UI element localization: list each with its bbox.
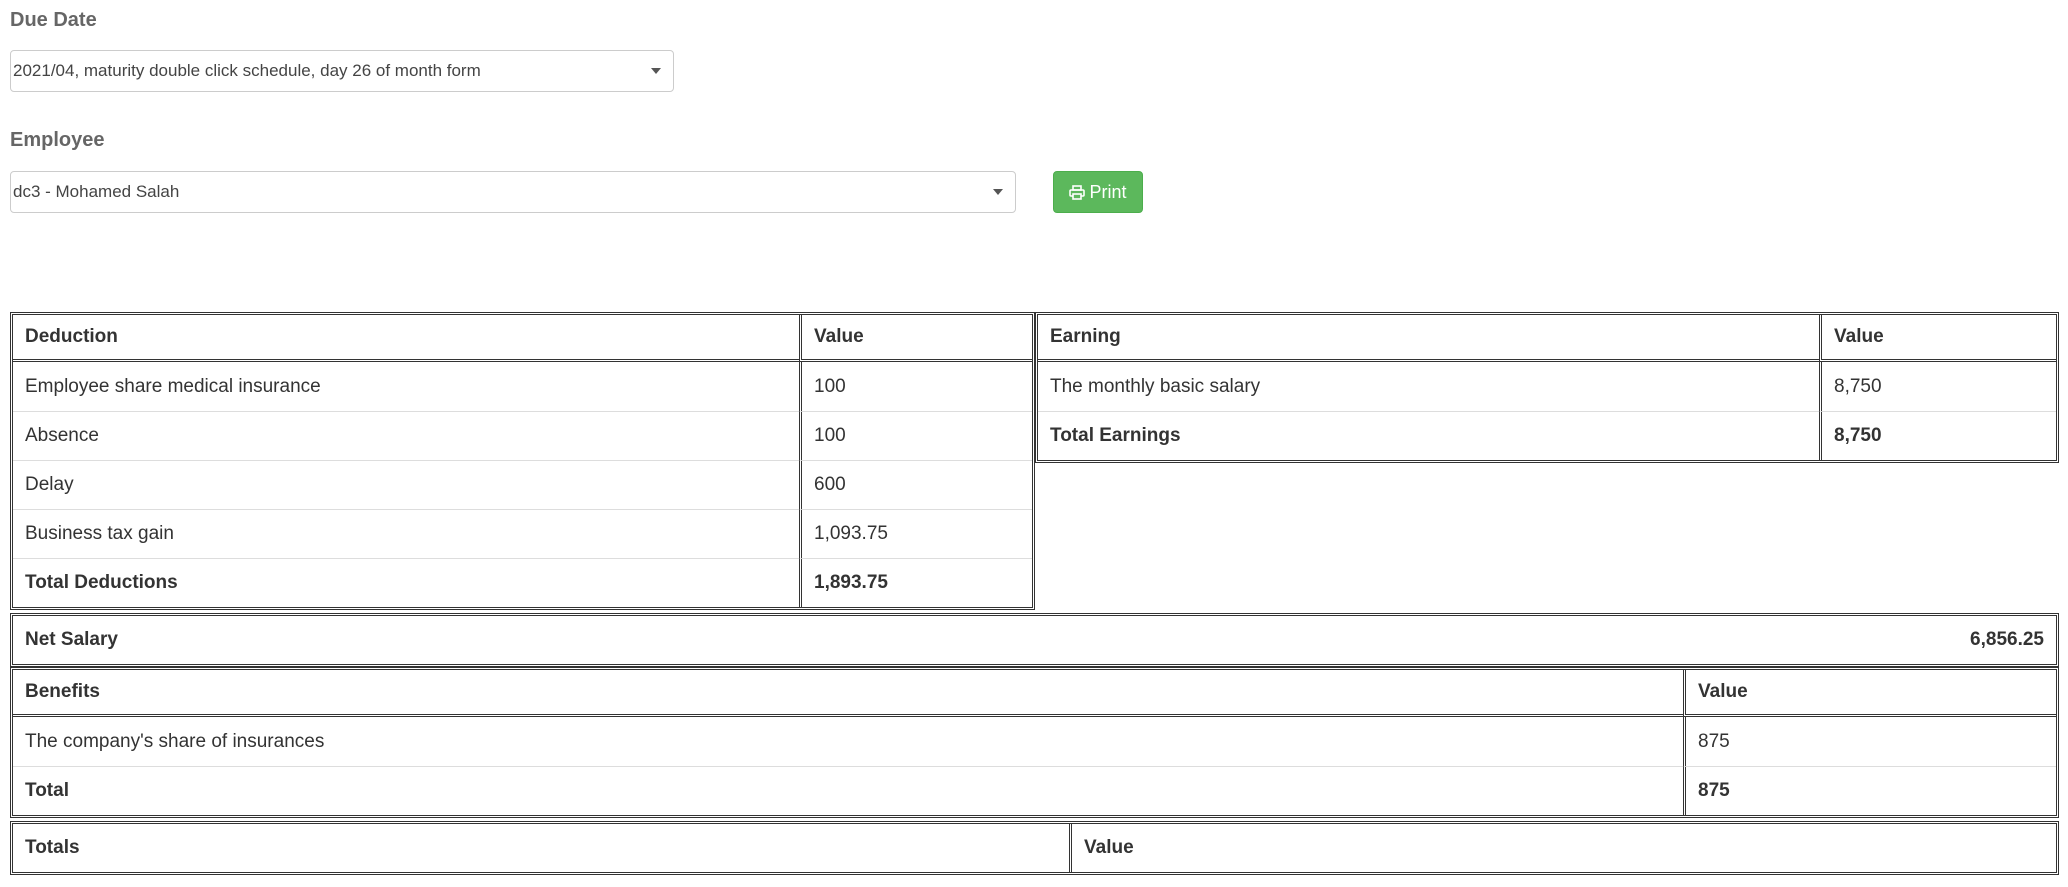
employee-select[interactable]: dc3 - Mohamed Salah [10,171,1016,213]
chevron-down-icon [651,68,661,74]
deduction-value-header: Value [799,315,1032,362]
total-earnings-label: Total Earnings [1038,411,1819,460]
deduction-name: Absence [13,411,799,460]
deductions-table: Deduction Value Employee share medical i… [10,312,1035,610]
employee-selected-value: dc3 - Mohamed Salah [13,182,180,201]
table-row: Delay 600 [13,460,1032,509]
table-row: Absence 100 [13,411,1032,460]
deduction-value: 100 [799,362,1032,411]
due-date-label: Due Date [10,9,97,31]
earnings-table: Earning Value The monthly basic salary 8… [1035,312,2059,463]
totals-value-header: Value [1069,824,2056,872]
chevron-down-icon [993,189,1003,195]
benefits-total-value: 875 [1683,766,2056,815]
total-earnings-value: 8,750 [1819,411,2056,460]
benefits-table: Benefits Value The company's share of in… [10,667,2059,818]
net-salary-table: Net Salary 6,856.25 [10,613,2059,667]
table-row: The company's share of insurances 875 [13,717,2056,766]
earning-value-header: Value [1819,315,2056,362]
deduction-name: Employee share medical insurance [25,375,321,397]
due-date-selected-value: 2021/04, maturity double click schedule,… [13,61,481,80]
totals-table: Totals Value [10,821,2059,875]
deduction-value: 100 [799,411,1032,460]
printer-icon [1069,184,1086,200]
benefits-total-label: Total [13,766,1683,815]
totals-header: Totals [25,837,80,858]
print-button[interactable]: Print [1053,171,1143,213]
deduction-value: 1,093.75 [799,509,1032,558]
earning-value: 8,750 [1819,362,2056,411]
deduction-name: Business tax gain [13,509,799,558]
employee-label: Employee [10,129,105,151]
table-row: Business tax gain 1,093.75 [13,509,1032,558]
deduction-name: Delay [13,460,799,509]
total-deductions-value: 1,893.75 [799,558,1032,607]
due-date-select[interactable]: 2021/04, maturity double click schedule,… [10,50,674,92]
deduction-header: Deduction [13,315,799,362]
table-row: Employee share medical insurance 100 [13,362,1032,411]
total-deductions-label: Total Deductions [13,558,799,607]
benefit-value: 875 [1683,717,2056,766]
benefits-header: Benefits [13,670,1683,717]
table-row: The monthly basic salary 8,750 [1038,362,2056,411]
benefit-name: The company's share of insurances [25,730,325,752]
print-button-label: Print [1089,181,1127,202]
deduction-value: 600 [799,460,1032,509]
total-earnings-row: Total Earnings 8,750 [1038,411,2056,460]
total-deductions-row: Total Deductions 1,893.75 [13,558,1032,607]
earning-name: The monthly basic salary [1050,375,1261,397]
benefits-total-row: Total 875 [13,766,2056,815]
earning-header: Earning [1038,315,1819,362]
net-salary-label: Net Salary [25,629,118,650]
benefits-value-header: Value [1683,670,2056,717]
net-salary-value: 6,856.25 [1970,629,2044,650]
